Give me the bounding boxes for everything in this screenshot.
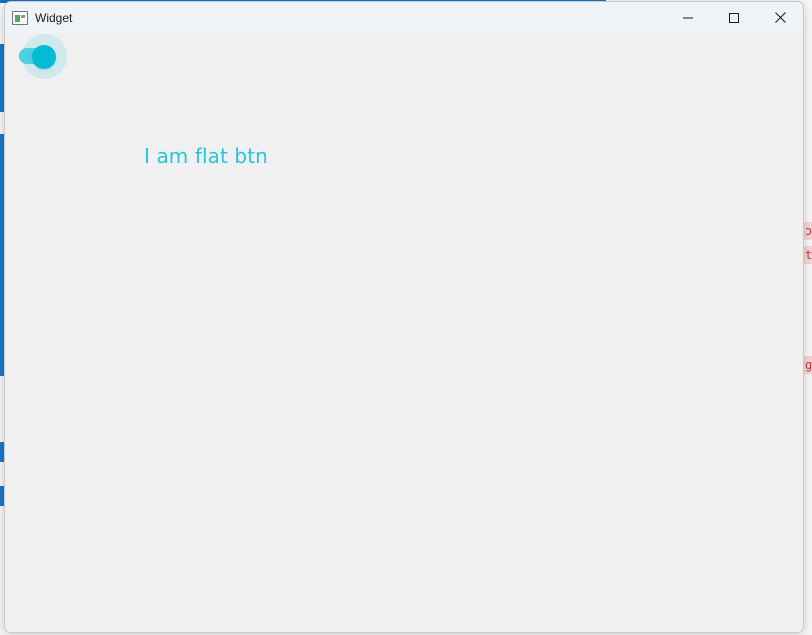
- minimize-button[interactable]: [665, 2, 711, 33]
- close-icon: [774, 12, 786, 23]
- close-button[interactable]: [757, 2, 803, 33]
- caption-buttons: [665, 2, 803, 33]
- background-text-fragment: ɔ: [804, 222, 812, 240]
- maximize-icon: [729, 12, 739, 23]
- background-text-fragment: t: [804, 246, 812, 264]
- title-bar[interactable]: Widget: [5, 2, 803, 33]
- maximize-button[interactable]: [711, 2, 757, 33]
- window-client-area: I am flat btn: [5, 33, 803, 632]
- window-app-icon: [12, 10, 28, 25]
- window-title: Widget: [35, 10, 73, 25]
- flat-button[interactable]: I am flat btn: [136, 138, 276, 174]
- minimize-icon: [683, 17, 693, 18]
- background-text-fragment: g: [804, 356, 812, 374]
- toggle-thumb[interactable]: [32, 45, 56, 69]
- app-window: Widget I am flat btn: [4, 1, 804, 633]
